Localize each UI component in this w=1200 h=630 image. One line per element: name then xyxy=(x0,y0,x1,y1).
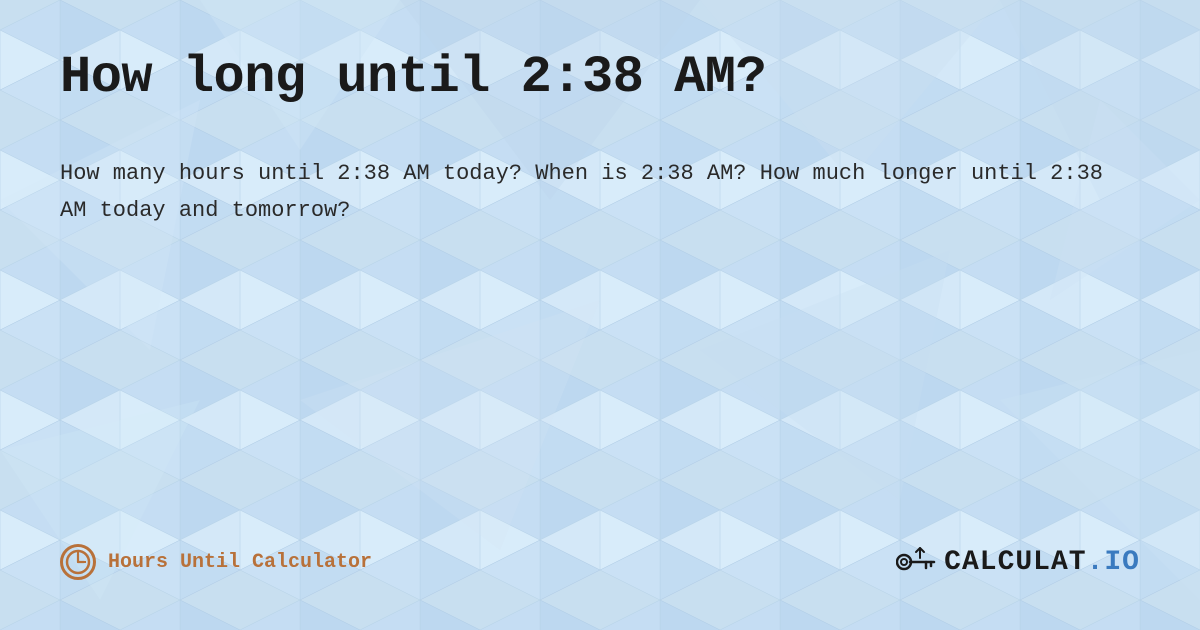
page-title: How long until 2:38 AM? xyxy=(60,48,1140,107)
brand-icon xyxy=(896,544,936,580)
brand-accent: .IO xyxy=(1087,547,1140,578)
main-content: How long until 2:38 AM? How many hours u… xyxy=(60,48,1140,544)
footer: Hours Until Calculator CALCULAT.IO xyxy=(60,544,1140,590)
brand-text: CALCULAT.IO xyxy=(944,547,1140,578)
footer-left: Hours Until Calculator xyxy=(60,544,372,580)
brand: CALCULAT.IO xyxy=(896,544,1140,580)
footer-label: Hours Until Calculator xyxy=(108,551,372,574)
clock-icon xyxy=(60,544,96,580)
page-description: How many hours until 2:38 AM today? When… xyxy=(60,155,1110,230)
